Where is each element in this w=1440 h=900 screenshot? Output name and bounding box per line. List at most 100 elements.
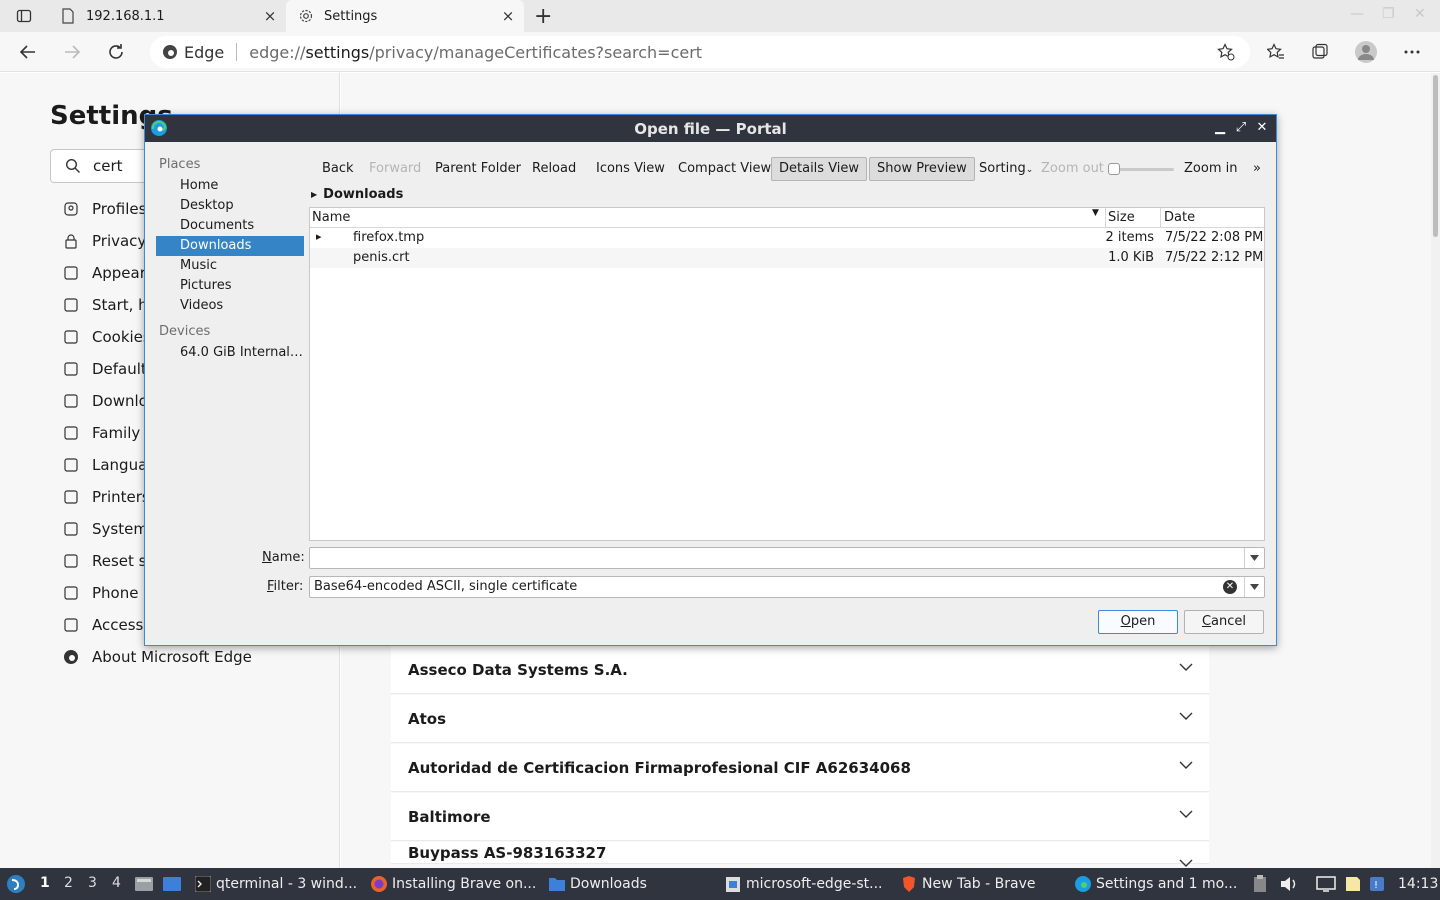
maximize-icon[interactable]: ⤢ (1234, 120, 1248, 135)
close-window-icon[interactable]: ✕ (1414, 6, 1426, 22)
notes-icon[interactable] (1344, 868, 1362, 900)
back-button[interactable]: Back (315, 157, 361, 181)
filter-select[interactable]: Base64-encoded ASCII, single certificate… (309, 576, 1265, 598)
restore-icon[interactable]: ❐ (1382, 6, 1395, 22)
device-internal-drive[interactable]: 64.0 GiB Internal ... (156, 343, 304, 363)
settings-nav-item[interactable]: Family s (62, 419, 153, 447)
breadcrumb[interactable]: ▶ Downloads (311, 187, 403, 202)
column-date[interactable]: Date (1164, 210, 1195, 225)
show-preview-button[interactable]: Show Preview (869, 157, 975, 181)
chevron-down-icon[interactable] (1179, 709, 1193, 725)
place-pictures[interactable]: Pictures (156, 276, 304, 296)
certificate-authority-row[interactable]: Baltimore (391, 793, 1209, 841)
show-desktop-icon[interactable] (134, 868, 154, 900)
certificate-authority-row[interactable]: Buypass AS-983163327 (391, 842, 1209, 867)
workspace-1[interactable]: 1 (40, 875, 50, 891)
workspace-2[interactable]: 2 (64, 875, 73, 891)
scrollbar-thumb[interactable] (1433, 75, 1438, 237)
settings-nav-item[interactable]: Reset s (62, 547, 147, 575)
file-row[interactable]: ▸ firefox.tmp 2 items 7/5/22 2:08 PM (310, 228, 1264, 248)
certificate-authority-row[interactable]: Autoridad de Certificacion Firmaprofesio… (391, 744, 1209, 792)
update-notifier-icon[interactable]: ! (1370, 868, 1384, 900)
chevron-down-icon[interactable] (1179, 660, 1193, 676)
start-menu-button[interactable] (6, 868, 26, 900)
details-view-button[interactable]: Details View (771, 157, 868, 181)
chevron-down-icon[interactable] (1244, 548, 1264, 568)
zoom-slider[interactable] (1108, 162, 1174, 176)
cancel-button[interactable]: Cancel (1184, 610, 1264, 634)
taskbar-task[interactable]: microsoft-edge-st... (724, 868, 883, 900)
page-scrollbar[interactable] (1431, 73, 1440, 868)
certificate-authority-row[interactable]: Asseco Data Systems S.A. (391, 646, 1209, 694)
settings-nav-item[interactable]: Default (62, 355, 147, 383)
tab-router[interactable]: 192.168.1.1 × (48, 0, 286, 32)
new-tab-button[interactable]: + (534, 4, 552, 29)
parent-folder-button[interactable]: Parent Folder (428, 157, 528, 181)
expand-arrow-icon[interactable]: ▸ (316, 230, 322, 243)
taskbar-task[interactable]: Installing Brave on... (370, 868, 536, 900)
close-icon[interactable]: × (262, 8, 278, 24)
refresh-icon[interactable] (104, 40, 128, 64)
collections-icon[interactable] (1308, 40, 1332, 64)
place-downloads[interactable]: Downloads (156, 236, 304, 256)
add-favorite-icon[interactable] (1214, 40, 1238, 64)
chevron-down-icon[interactable] (1179, 758, 1193, 774)
zoom-slider-handle[interactable] (1108, 163, 1120, 175)
minimize-icon[interactable]: — (1350, 6, 1364, 22)
file-list[interactable]: Name ▼ Size Date ▸ firefox.tmp 2 items 7/5/… (309, 207, 1265, 541)
column-name[interactable]: Name (312, 210, 350, 225)
file-row[interactable]: penis.crt 1.0 KiB 7/5/22 2:12 PM (310, 248, 1264, 268)
settings-nav-item[interactable]: Start, h (62, 291, 148, 319)
minimize-icon[interactable]: ▁ (1213, 120, 1227, 135)
filename-input[interactable] (309, 547, 1265, 569)
place-videos[interactable]: Videos (156, 296, 304, 316)
open-button[interactable]: Open (1098, 610, 1178, 634)
chevron-down-icon[interactable] (1244, 577, 1264, 597)
forward-button[interactable]: Forward (362, 157, 428, 181)
place-desktop[interactable]: Desktop (156, 196, 304, 216)
settings-nav-item[interactable]: Privacy (62, 227, 146, 255)
column-size[interactable]: Size (1108, 210, 1135, 225)
settings-nav-item[interactable]: Profiles (62, 195, 146, 223)
reload-button[interactable]: Reload (525, 157, 583, 181)
profile-avatar-icon[interactable] (1354, 40, 1378, 64)
place-home[interactable]: Home (156, 176, 304, 196)
taskbar-task[interactable]: qterminal - 3 wind... (194, 868, 357, 900)
settings-nav-item[interactable]: System (62, 515, 148, 543)
zoom-in-button[interactable]: Zoom in (1177, 157, 1244, 181)
more-actions-button[interactable]: » (1246, 157, 1268, 181)
compact-view-button[interactable]: Compact View (671, 157, 778, 181)
file-manager-launcher-icon[interactable] (162, 868, 182, 900)
settings-nav-item[interactable]: Accessi (62, 611, 148, 639)
settings-nav-item[interactable]: Cookies (62, 323, 151, 351)
forward-arrow-icon[interactable] (60, 40, 84, 64)
taskbar-task[interactable]: New Tab - Brave (900, 868, 1035, 900)
network-icon[interactable] (1316, 868, 1336, 900)
taskbar-task[interactable]: Downloads (548, 868, 647, 900)
back-arrow-icon[interactable] (16, 40, 40, 64)
dialog-titlebar[interactable]: Open file — Portal ▁ ⤢ ✕ (145, 115, 1276, 142)
close-icon[interactable]: × (500, 8, 516, 24)
settings-nav-item[interactable]: Langua (62, 451, 147, 479)
settings-nav-item[interactable]: Downlo (62, 387, 148, 415)
zoom-out-button[interactable]: Zoom out (1034, 157, 1111, 181)
taskbar-task[interactable]: Settings and 1 mo... (1074, 868, 1237, 900)
sorting-button[interactable]: Sorting⌄ (972, 157, 1040, 181)
icons-view-button[interactable]: Icons View (589, 157, 672, 181)
favorites-icon[interactable] (1264, 40, 1288, 64)
volume-icon[interactable] (1280, 868, 1298, 900)
clipboard-icon[interactable] (1252, 868, 1268, 900)
tab-actions-icon[interactable] (10, 6, 38, 26)
clock[interactable]: 14:13 (1398, 868, 1438, 900)
address-bar[interactable]: Edge edge://settings/privacy/manageCerti… (150, 36, 1250, 68)
workspace-3[interactable]: 3 (88, 875, 97, 891)
certificate-authority-row[interactable]: Atos (391, 695, 1209, 743)
place-documents[interactable]: Documents (156, 216, 304, 236)
more-menu-icon[interactable] (1400, 40, 1424, 64)
place-music[interactable]: Music (156, 256, 304, 276)
settings-nav-item[interactable]: Appear (62, 259, 146, 287)
chevron-down-icon[interactable] (1179, 807, 1193, 823)
settings-nav-item[interactable]: About Microsoft Edge (62, 643, 252, 671)
settings-nav-item[interactable]: Phone a (62, 579, 152, 607)
close-icon[interactable]: ✕ (1255, 120, 1269, 135)
